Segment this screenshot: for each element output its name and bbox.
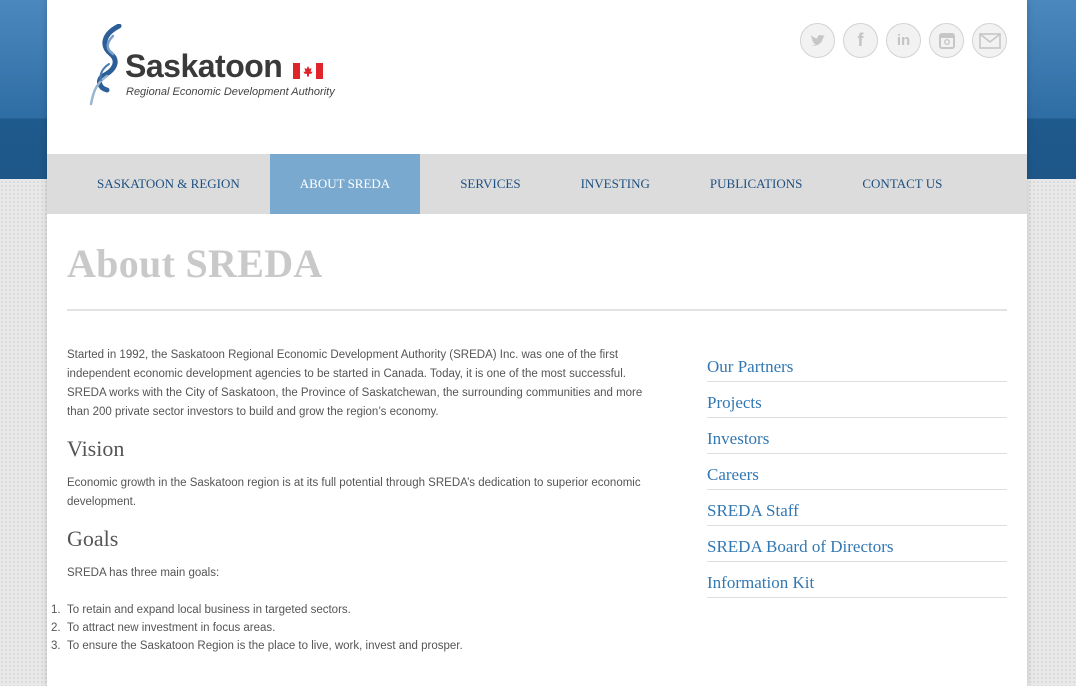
canada-flag-icon — [293, 63, 323, 79]
nav-about-sreda[interactable]: ABOUT SREDA — [269, 154, 421, 214]
main-navigation: SASKATOON & REGION ABOUT SREDA SERVICES … — [47, 154, 1027, 214]
sidebar-link-sreda-staff[interactable]: SREDA Staff — [707, 490, 1007, 526]
social-links: f in — [800, 23, 1007, 58]
sidebar-link-board-of-directors[interactable]: SREDA Board of Directors — [707, 526, 1007, 562]
main-content: Started in 1992, the Saskatoon Regional … — [51, 346, 667, 655]
list-item: 3. To ensure the Saskatoon Region is the … — [51, 637, 667, 655]
goals-list: 1. To retain and expand local business in… — [51, 601, 667, 655]
logo-emblem-icon — [89, 24, 122, 106]
nav-publications[interactable]: PUBLICATIONS — [690, 154, 822, 214]
twitter-icon[interactable] — [800, 23, 835, 58]
page-title: About SREDA — [67, 241, 323, 286]
intro-paragraph: Started in 1992, the Saskatoon Regional … — [67, 349, 643, 418]
list-item: 2. To attract new investment in focus are… — [51, 619, 667, 637]
goal-text: To ensure the Saskatoon Region is the pl… — [67, 640, 463, 652]
sreda-logo[interactable]: Saskatoon Regional Economic Development … — [89, 24, 339, 108]
goal-text: To attract new investment in focus areas… — [67, 622, 276, 634]
logo-tagline: Regional Economic Development Authority — [126, 86, 335, 98]
facebook-icon[interactable]: f — [843, 23, 878, 58]
linkedin-icon[interactable]: in — [886, 23, 921, 58]
nav-contact-us[interactable]: CONTACT US — [842, 154, 962, 214]
goal-number: 1. — [51, 604, 61, 616]
nav-investing[interactable]: INVESTING — [561, 154, 670, 214]
list-item: 1. To retain and expand local business in… — [51, 601, 667, 619]
goals-heading: Goals — [67, 526, 119, 551]
sidebar-link-projects[interactable]: Projects — [707, 382, 1007, 418]
instagram-icon[interactable] — [929, 23, 964, 58]
goals-intro: SREDA has three main goals: — [67, 567, 220, 579]
sidebar-link-our-partners[interactable]: Our Partners — [707, 346, 1007, 382]
vision-heading: Vision — [67, 436, 125, 461]
email-icon[interactable] — [972, 23, 1007, 58]
vision-paragraph: Economic growth in the Saskatoon region … — [67, 477, 641, 508]
goal-number: 3. — [51, 640, 61, 652]
nav-services[interactable]: SERVICES — [440, 154, 540, 214]
sidebar-links: Our Partners Projects Investors Careers … — [707, 346, 1007, 598]
sidebar-link-careers[interactable]: Careers — [707, 454, 1007, 490]
goal-text: To retain and expand local business in t… — [67, 604, 351, 616]
nav-saskatoon-region[interactable]: SASKATOON & REGION — [77, 154, 260, 214]
sidebar-link-investors[interactable]: Investors — [707, 418, 1007, 454]
goal-number: 2. — [51, 622, 61, 634]
sidebar-link-information-kit[interactable]: Information Kit — [707, 562, 1007, 598]
logo-wordmark: Saskatoon — [125, 48, 283, 84]
title-divider — [67, 309, 1007, 311]
page-container: Saskatoon Regional Economic Development … — [47, 0, 1027, 686]
